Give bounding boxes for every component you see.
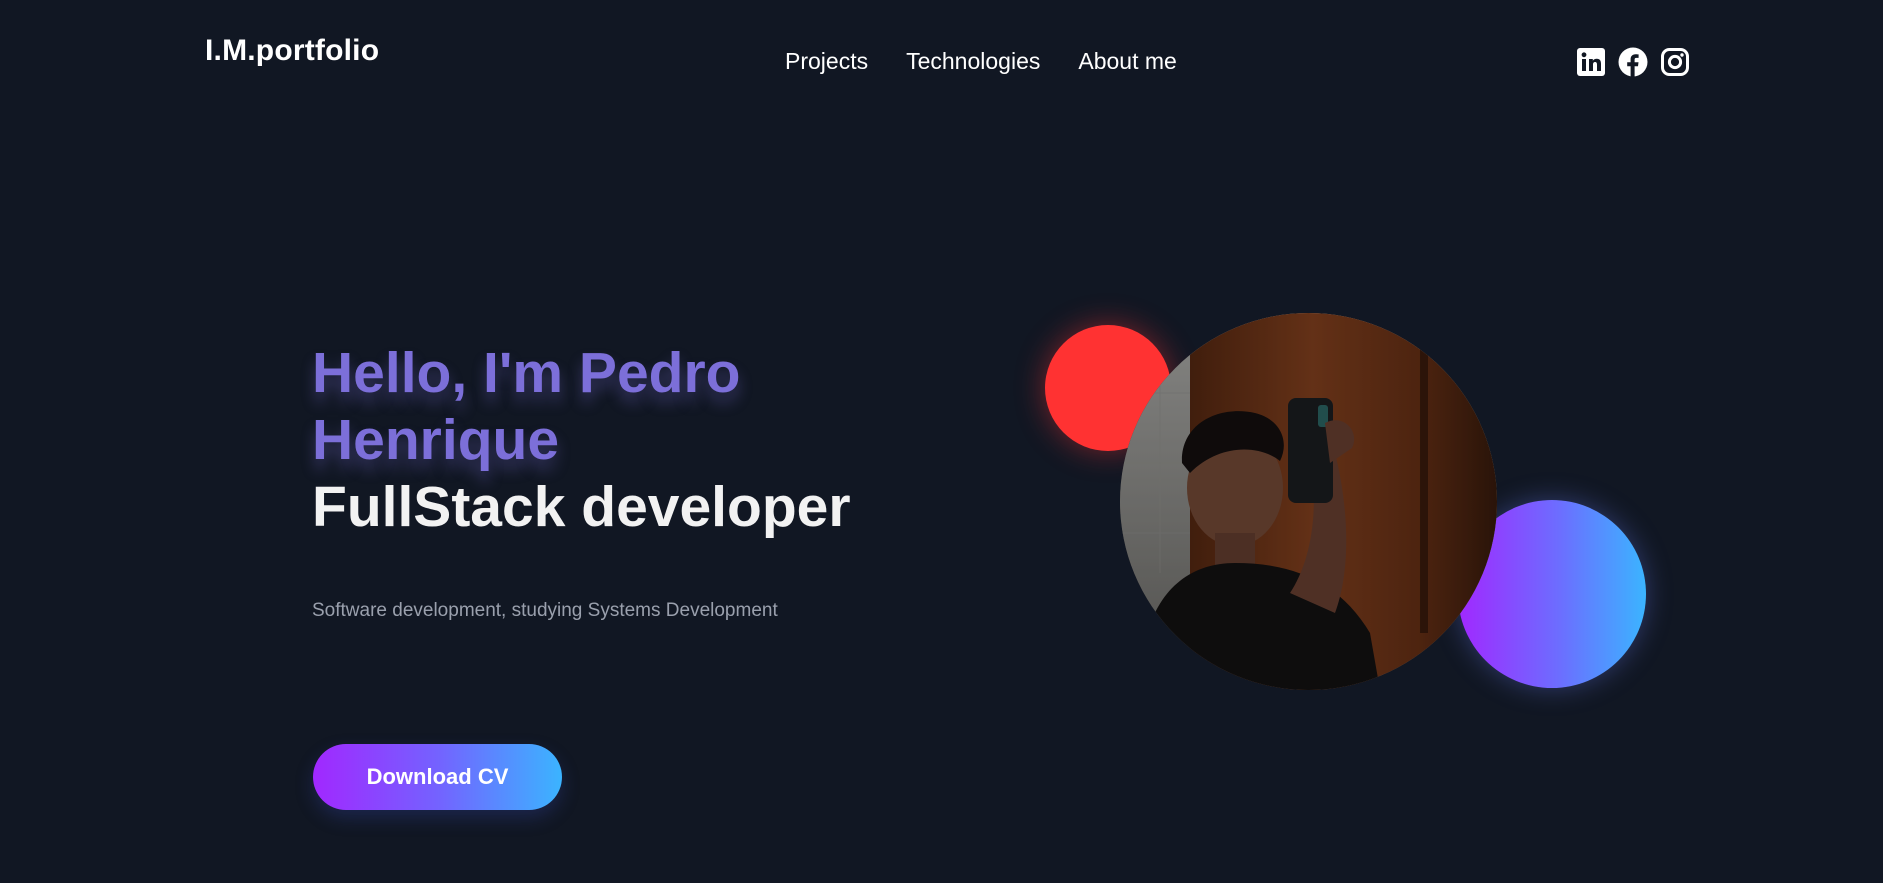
social-links [1576, 47, 1690, 77]
download-cv-button[interactable]: Download CV [313, 744, 562, 810]
hero-role: FullStack developer [312, 475, 851, 539]
instagram-icon[interactable] [1660, 47, 1690, 77]
nav-link-projects[interactable]: Projects [785, 48, 868, 75]
hero-greeting: Hello, I'm Pedro Henrique [312, 341, 741, 472]
profile-photo [1120, 313, 1497, 690]
hero-subtitle: Software development, studying Systems D… [312, 600, 778, 621]
nav-link-about-me[interactable]: About me [1078, 48, 1176, 75]
nav-link-technologies[interactable]: Technologies [906, 48, 1040, 75]
linkedin-icon[interactable] [1576, 47, 1606, 77]
facebook-icon[interactable] [1618, 47, 1648, 77]
main-nav: Projects Technologies About me [785, 48, 1177, 75]
site-logo[interactable]: I.M.portfolio [205, 34, 379, 68]
portfolio-page: I.M.portfolio Projects Technologies Abou… [0, 0, 1883, 883]
